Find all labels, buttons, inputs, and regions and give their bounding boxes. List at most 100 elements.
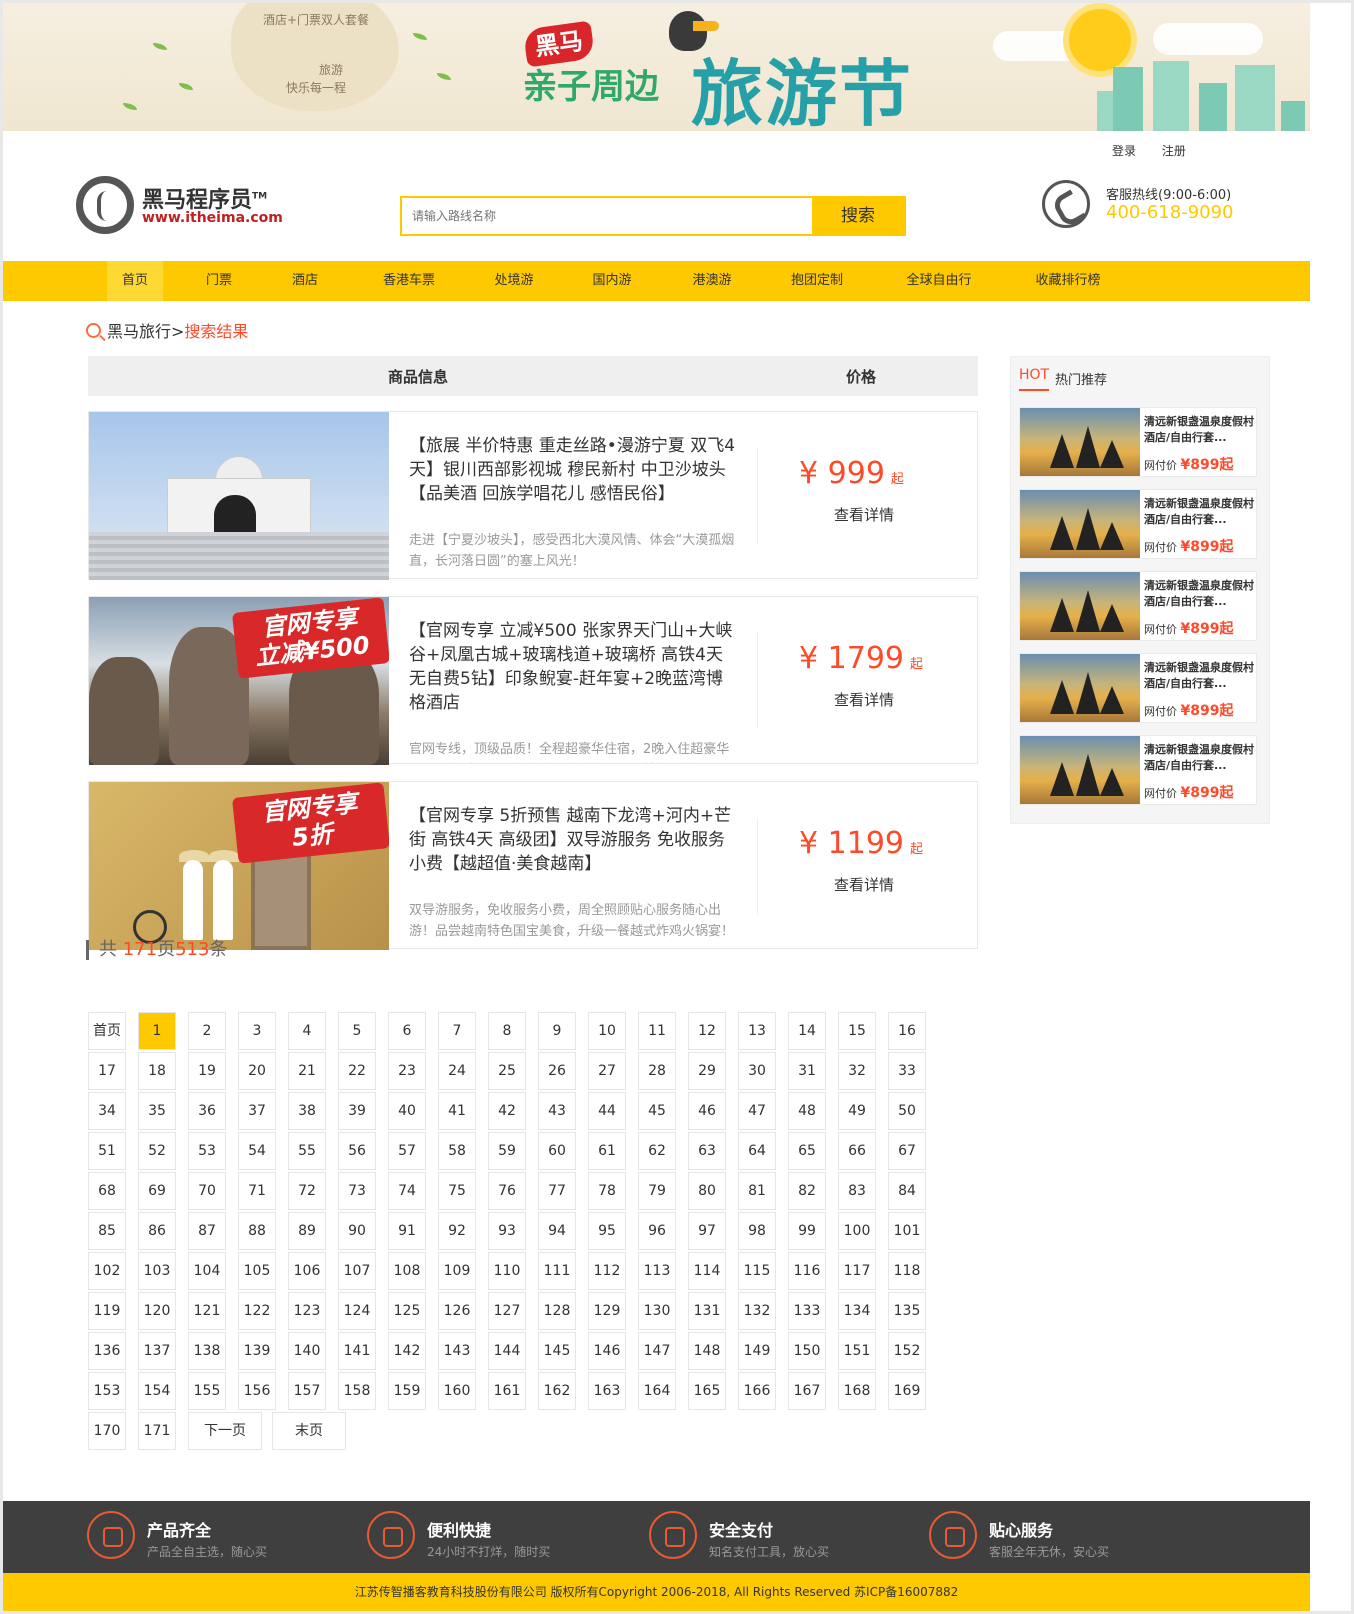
page-number-button[interactable]: 169	[888, 1372, 926, 1410]
page-number-button[interactable]: 158	[338, 1372, 376, 1410]
page-number-button[interactable]: 74	[388, 1172, 426, 1210]
promo-banner[interactable]: 酒店+门票双人套餐 旅游 快乐每一程 黑马 亲子周边 旅游节	[3, 3, 1310, 131]
page-number-button[interactable]: 92	[438, 1212, 476, 1250]
page-number-button[interactable]: 164	[638, 1372, 676, 1410]
product-image[interactable]: 官网专享 5折	[89, 782, 389, 950]
page-last-button[interactable]: 末页	[272, 1412, 346, 1450]
page-number-button[interactable]: 162	[538, 1372, 576, 1410]
hot-item-title[interactable]: 清远新银盏温泉度假村酒店/自由行套...	[1144, 414, 1254, 446]
page-number-button[interactable]: 55	[288, 1132, 326, 1170]
page-number-button[interactable]: 126	[438, 1292, 476, 1330]
page-next-button[interactable]: 下一页	[188, 1412, 262, 1450]
page-number-button[interactable]: 123	[288, 1292, 326, 1330]
page-number-button[interactable]: 65	[788, 1132, 826, 1170]
page-number-button[interactable]: 127	[488, 1292, 526, 1330]
page-number-button[interactable]: 38	[288, 1092, 326, 1130]
page-number-button[interactable]: 51	[88, 1132, 126, 1170]
page-number-button[interactable]: 48	[788, 1092, 826, 1130]
page-number-button[interactable]: 42	[488, 1092, 526, 1130]
page-number-button[interactable]: 101	[888, 1212, 926, 1250]
page-number-button[interactable]: 47	[738, 1092, 776, 1130]
page-number-button[interactable]: 25	[488, 1052, 526, 1090]
page-number-button[interactable]: 88	[238, 1212, 276, 1250]
page-number-button[interactable]: 152	[888, 1332, 926, 1370]
page-number-button[interactable]: 24	[438, 1052, 476, 1090]
page-number-button[interactable]: 148	[688, 1332, 726, 1370]
product-title[interactable]: 【旅展 半价特惠 重走丝路•漫游宁夏 双飞4天】银川西部影视城 穆民新村 中卫沙…	[409, 434, 739, 506]
page-number-button[interactable]: 70	[188, 1172, 226, 1210]
page-number-button[interactable]: 128	[538, 1292, 576, 1330]
page-number-button[interactable]: 80	[688, 1172, 726, 1210]
page-number-button[interactable]: 8	[488, 1012, 526, 1050]
page-number-button[interactable]: 124	[338, 1292, 376, 1330]
page-number-button[interactable]: 130	[638, 1292, 676, 1330]
page-number-button[interactable]: 34	[88, 1092, 126, 1130]
page-number-button[interactable]: 154	[138, 1372, 176, 1410]
page-number-button[interactable]: 84	[888, 1172, 926, 1210]
page-number-button[interactable]: 149	[738, 1332, 776, 1370]
search-button[interactable]: 搜索	[812, 198, 904, 234]
page-number-button[interactable]: 120	[138, 1292, 176, 1330]
page-number-button[interactable]: 95	[588, 1212, 626, 1250]
page-number-button[interactable]: 141	[338, 1332, 376, 1370]
page-number-button[interactable]: 36	[188, 1092, 226, 1130]
page-number-button[interactable]: 98	[738, 1212, 776, 1250]
page-number-button[interactable]: 6	[388, 1012, 426, 1050]
page-number-button[interactable]: 145	[538, 1332, 576, 1370]
page-number-button[interactable]: 129	[588, 1292, 626, 1330]
page-number-button[interactable]: 125	[388, 1292, 426, 1330]
page-first-button[interactable]: 首页	[88, 1012, 126, 1050]
page-number-button[interactable]: 113	[638, 1252, 676, 1290]
page-number-button[interactable]: 137	[138, 1332, 176, 1370]
page-number-button[interactable]: 171	[138, 1412, 176, 1450]
page-number-button[interactable]: 1	[138, 1012, 176, 1050]
page-number-button[interactable]: 102	[88, 1252, 126, 1290]
page-number-button[interactable]: 142	[388, 1332, 426, 1370]
page-number-button[interactable]: 118	[888, 1252, 926, 1290]
page-number-button[interactable]: 100	[838, 1212, 876, 1250]
page-number-button[interactable]: 151	[838, 1332, 876, 1370]
page-number-button[interactable]: 5	[338, 1012, 376, 1050]
nav-item-hk-macao[interactable]: 港澳游	[677, 261, 747, 301]
page-number-button[interactable]: 85	[88, 1212, 126, 1250]
page-number-button[interactable]: 14	[788, 1012, 826, 1050]
page-number-button[interactable]: 44	[588, 1092, 626, 1130]
page-number-button[interactable]: 29	[688, 1052, 726, 1090]
hot-item-image[interactable]	[1020, 736, 1140, 804]
page-number-button[interactable]: 15	[838, 1012, 876, 1050]
page-number-button[interactable]: 45	[638, 1092, 676, 1130]
page-number-button[interactable]: 39	[338, 1092, 376, 1130]
page-number-button[interactable]: 17	[88, 1052, 126, 1090]
page-number-button[interactable]: 59	[488, 1132, 526, 1170]
page-number-button[interactable]: 134	[838, 1292, 876, 1330]
page-number-button[interactable]: 19	[188, 1052, 226, 1090]
page-number-button[interactable]: 111	[538, 1252, 576, 1290]
page-number-button[interactable]: 7	[438, 1012, 476, 1050]
page-number-button[interactable]: 64	[738, 1132, 776, 1170]
page-number-button[interactable]: 43	[538, 1092, 576, 1130]
page-number-button[interactable]: 76	[488, 1172, 526, 1210]
hot-item-card[interactable]: 清远新银盏温泉度假村酒店/自由行套... 网付价 ¥899起	[1019, 653, 1257, 723]
page-number-button[interactable]: 165	[688, 1372, 726, 1410]
page-number-button[interactable]: 153	[88, 1372, 126, 1410]
page-number-button[interactable]: 2	[188, 1012, 226, 1050]
page-number-button[interactable]: 93	[488, 1212, 526, 1250]
nav-item-favorites-rank[interactable]: 收藏排行榜	[1015, 261, 1121, 301]
nav-item-domestic[interactable]: 国内游	[577, 261, 647, 301]
page-number-button[interactable]: 138	[188, 1332, 226, 1370]
hot-item-title[interactable]: 清远新银盏温泉度假村酒店/自由行套...	[1144, 660, 1254, 692]
page-number-button[interactable]: 49	[838, 1092, 876, 1130]
hot-item-title[interactable]: 清远新银盏温泉度假村酒店/自由行套...	[1144, 578, 1254, 610]
page-number-button[interactable]: 69	[138, 1172, 176, 1210]
page-number-button[interactable]: 71	[238, 1172, 276, 1210]
page-number-button[interactable]: 122	[238, 1292, 276, 1330]
page-number-button[interactable]: 91	[388, 1212, 426, 1250]
register-link[interactable]: 注册	[1162, 144, 1186, 158]
hot-item-image[interactable]	[1020, 408, 1140, 476]
page-number-button[interactable]: 147	[638, 1332, 676, 1370]
page-number-button[interactable]: 96	[638, 1212, 676, 1250]
page-number-button[interactable]: 41	[438, 1092, 476, 1130]
page-number-button[interactable]: 77	[538, 1172, 576, 1210]
page-number-button[interactable]: 72	[288, 1172, 326, 1210]
page-number-button[interactable]: 90	[338, 1212, 376, 1250]
